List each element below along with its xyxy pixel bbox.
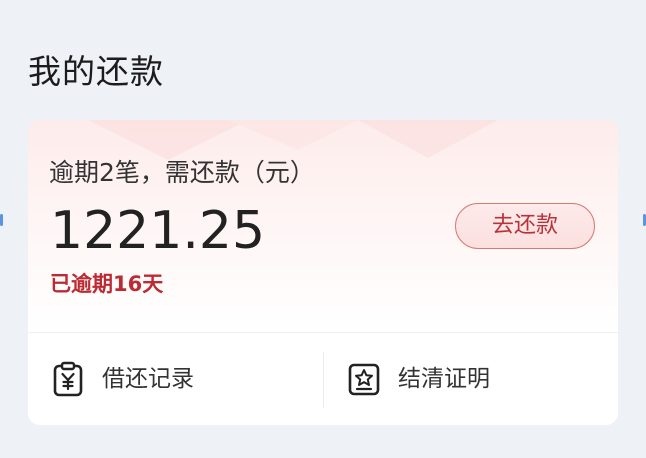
scroll-indicator-left — [0, 214, 3, 226]
repayment-amount: 1221.25 — [50, 201, 266, 261]
settlement-certificate-button[interactable]: 结清证明 — [323, 332, 618, 425]
records-label: 借还记录 — [102, 365, 194, 392]
certificate-label: 结清证明 — [398, 365, 490, 392]
repay-button[interactable]: 去还款 — [455, 203, 595, 249]
overdue-days: 已逾期16天 — [50, 272, 164, 296]
borrow-repay-records-button[interactable]: 借还记录 — [28, 332, 323, 425]
page-title: 我的还款 — [28, 52, 164, 91]
repayment-card: 逾期2笔，需还款（元） 1221.25 已逾期16天 去还款 借还记录 结清证明 — [28, 120, 618, 425]
certificate-star-icon — [346, 361, 382, 397]
overdue-summary: 逾期2笔，需还款（元） — [49, 158, 315, 187]
yen-clipboard-icon — [50, 361, 86, 397]
